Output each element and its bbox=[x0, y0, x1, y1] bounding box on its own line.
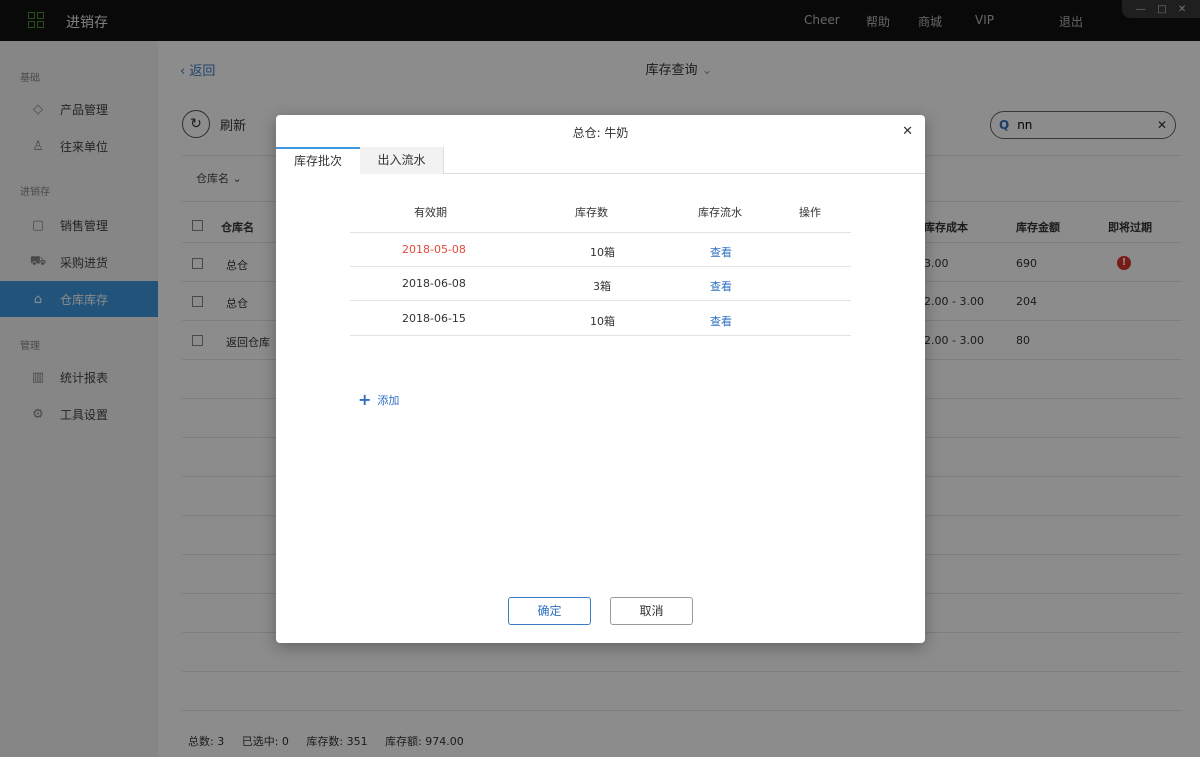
batch-expiry: 2018-06-15 bbox=[402, 312, 466, 325]
col-header-action: 操作 bbox=[799, 206, 821, 219]
add-batch-button[interactable]: + 添加 bbox=[358, 392, 399, 408]
view-flow-link[interactable]: 查看 bbox=[710, 278, 732, 294]
dialog-tabs: 库存批次 出入流水 bbox=[276, 147, 925, 175]
divider bbox=[350, 266, 851, 267]
view-flow-link[interactable]: 查看 bbox=[710, 313, 732, 329]
add-label: 添加 bbox=[377, 394, 400, 407]
batch-expiry: 2018-06-08 bbox=[402, 277, 466, 290]
view-flow-link[interactable]: 查看 bbox=[710, 244, 732, 260]
stock-batch-dialog: 总仓: 牛奶 ✕ 库存批次 出入流水 有效期 库存数 库存流水 操作 2018-… bbox=[276, 115, 925, 643]
cancel-button[interactable]: 取消 bbox=[610, 597, 693, 625]
col-header-flow: 库存流水 bbox=[698, 206, 742, 219]
plus-icon: + bbox=[358, 390, 372, 409]
col-header-expiry: 有效期 bbox=[414, 206, 447, 219]
close-icon[interactable]: ✕ bbox=[902, 124, 913, 139]
col-header-qty: 库存数 bbox=[575, 206, 608, 219]
tab-stock-batches[interactable]: 库存批次 bbox=[276, 147, 360, 175]
divider bbox=[350, 232, 851, 233]
tab-in-out-flow[interactable]: 出入流水 bbox=[360, 147, 444, 174]
divider bbox=[350, 300, 851, 301]
batch-expiry: 2018-05-08 bbox=[402, 243, 466, 256]
batch-qty: 10箱 bbox=[590, 315, 615, 328]
batch-qty: 3箱 bbox=[593, 280, 611, 293]
dialog-title: 总仓: 牛奶 bbox=[572, 126, 629, 140]
divider bbox=[350, 335, 851, 336]
confirm-button[interactable]: 确定 bbox=[508, 597, 591, 625]
batch-qty: 10箱 bbox=[590, 246, 615, 259]
